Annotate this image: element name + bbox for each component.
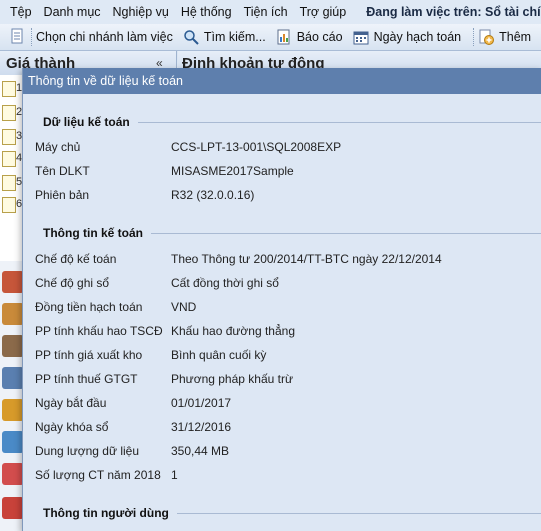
- row-value: 31/12/2016: [171, 420, 232, 434]
- row-label: Chế độ kế toán: [35, 252, 117, 266]
- document-icon: [2, 151, 16, 167]
- dialog-body: Dữ liệu kế toán Máy chủ CCS-LPT-13-001\S…: [23, 94, 541, 531]
- info-row-data-size: Dung lượng dữ liệu 350,44 MB: [35, 442, 229, 460]
- tag-icon[interactable]: [2, 497, 24, 519]
- search-label: Tìm kiếm...: [203, 30, 266, 44]
- row-label: Phiên bản: [35, 188, 90, 202]
- user-icon[interactable]: [2, 367, 24, 389]
- menu-catalog[interactable]: Danh mục: [38, 5, 107, 19]
- toolbar-separator: [31, 28, 32, 46]
- info-row-version: Phiên bản R32 (32.0.0.16): [35, 186, 254, 204]
- row-label: PP tính khấu hao TSCĐ: [35, 324, 163, 338]
- info-row-posting-mode: Chế độ ghi sổ Cất đồng thời ghi sổ: [35, 274, 279, 292]
- search-button[interactable]: Tìm kiếm...: [183, 29, 266, 45]
- menu-operations[interactable]: Nghiệp vụ: [107, 5, 175, 19]
- row-value: MISASME2017Sample: [171, 164, 294, 178]
- group-title-text: Dữ liệu kế toán: [43, 115, 130, 129]
- row-value: Theo Thông tư 200/2014/TT-BTC ngày 22/12…: [171, 252, 442, 266]
- row-value: Cất đồng thời ghi sổ: [171, 276, 279, 290]
- group-title-text: Thông tin kế toán: [43, 226, 143, 240]
- group-accounting-data: Dữ liệu kế toán: [33, 114, 541, 130]
- choose-branch-button[interactable]: Chọn chi nhánh làm việc: [36, 30, 173, 44]
- row-label: Máy chủ: [35, 140, 81, 154]
- posting-date-button[interactable]: Ngày hạch toán: [353, 29, 462, 45]
- info-row-vat-method: PP tính thuế GTGT Phương pháp khấu trừ: [35, 370, 293, 388]
- choose-branch-label: Chọn chi nhánh làm việc: [36, 30, 173, 44]
- row-value: 350,44 MB: [171, 444, 230, 458]
- group-title: Thông tin người dùng: [33, 505, 541, 521]
- tools-icon[interactable]: [2, 399, 24, 421]
- toolbar-separator: [473, 28, 475, 46]
- report-icon: [276, 29, 292, 45]
- info-row-start-date: Ngày bắt đầu 01/01/2017: [35, 394, 231, 412]
- info-row-lock-date: Ngày khóa sổ 31/12/2016: [35, 418, 231, 436]
- row-value: Khấu hao đường thẳng: [171, 324, 296, 338]
- menu-bar: Tệp Danh mục Nghiệp vụ Hệ thống Tiện ích…: [0, 0, 541, 24]
- search-icon: [183, 29, 199, 45]
- row-label: Ngày bắt đầu: [35, 396, 107, 410]
- row-label: Tên DLKT: [35, 164, 90, 178]
- info-row-voucher-count: Số lượng CT năm 2018 1: [35, 466, 178, 484]
- document-icon: [2, 197, 16, 213]
- document-icon: [2, 81, 16, 97]
- row-value: Phương pháp khấu trừ: [171, 372, 294, 386]
- box-icon[interactable]: [2, 303, 24, 325]
- document-icon: [9, 28, 25, 47]
- row-label: PP tính giá xuất kho: [35, 348, 143, 362]
- group-user-info: Thông tin người dùng: [33, 505, 541, 521]
- calendar-icon: [353, 29, 369, 45]
- add-document-icon: [478, 29, 495, 45]
- row-value: R32 (32.0.0.16): [171, 188, 255, 202]
- report-button[interactable]: Báo cáo: [276, 29, 343, 45]
- side-module-strip: [0, 261, 22, 531]
- group-accounting-info: Thông tin kế toán: [33, 225, 541, 241]
- menu-system[interactable]: Hệ thống: [175, 5, 238, 19]
- report-label: Báo cáo: [296, 30, 343, 44]
- group-title-text: Thông tin người dùng: [43, 506, 169, 520]
- dialog-title[interactable]: Thông tin về dữ liệu kế toán: [23, 68, 541, 94]
- row-label: Ngày khóa sổ: [35, 420, 109, 434]
- document-icon: [2, 129, 16, 145]
- row-value: VND: [171, 300, 197, 314]
- cabinet-icon[interactable]: [2, 271, 24, 293]
- menu-utilities[interactable]: Tiện ích: [238, 5, 294, 19]
- row-value: Bình quân cuối kỳ: [171, 348, 267, 362]
- row-label: Đồng tiền hạch toán: [35, 300, 143, 314]
- working-ledger-label: Đang làm việc trên: Sổ tài chính: [366, 5, 541, 19]
- row-label: Số lượng CT năm 2018: [35, 468, 161, 482]
- info-row-accounting-regime: Chế độ kế toán Theo Thông tư 200/2014/TT…: [35, 250, 442, 268]
- info-row-inventory-costing: PP tính giá xuất kho Bình quân cuối kỳ: [35, 346, 266, 364]
- accounting-data-info-dialog: Thông tin về dữ liệu kế toán Dữ liệu kế …: [22, 68, 541, 531]
- row-value: 1: [171, 468, 178, 482]
- row-label: Chế độ ghi sổ: [35, 276, 110, 290]
- add-label: Thêm: [499, 30, 532, 44]
- truck-icon[interactable]: [2, 335, 24, 357]
- info-row-depreciation-method: PP tính khấu hao TSCĐ Khấu hao đường thẳ…: [35, 322, 295, 340]
- document-icon: [2, 175, 16, 191]
- row-value: 01/01/2017: [171, 396, 232, 410]
- row-value: CCS-LPT-13-001\SQL2008EXP: [171, 140, 342, 154]
- menu-file[interactable]: Tệp: [0, 5, 38, 19]
- row-label: PP tính thuế GTGT: [35, 372, 138, 386]
- monitor-icon[interactable]: [2, 431, 24, 453]
- toolbar: Chọn chi nhánh làm việc Tìm kiếm... Báo …: [0, 24, 541, 51]
- add-button[interactable]: Thêm: [478, 29, 531, 45]
- document-icon: [2, 105, 16, 121]
- group-title: Thông tin kế toán: [33, 225, 541, 241]
- row-label: Dung lượng dữ liệu: [35, 444, 139, 458]
- calendar-icon[interactable]: [2, 463, 24, 485]
- info-row-currency: Đồng tiền hạch toán VND: [35, 298, 196, 316]
- menu-help[interactable]: Trợ giúp: [294, 5, 353, 19]
- group-title: Dữ liệu kế toán: [33, 114, 541, 130]
- info-row-db-name: Tên DLKT MISASME2017Sample: [35, 162, 294, 180]
- posting-date-label: Ngày hạch toán: [373, 30, 462, 44]
- info-row-server: Máy chủ CCS-LPT-13-001\SQL2008EXP: [35, 138, 341, 156]
